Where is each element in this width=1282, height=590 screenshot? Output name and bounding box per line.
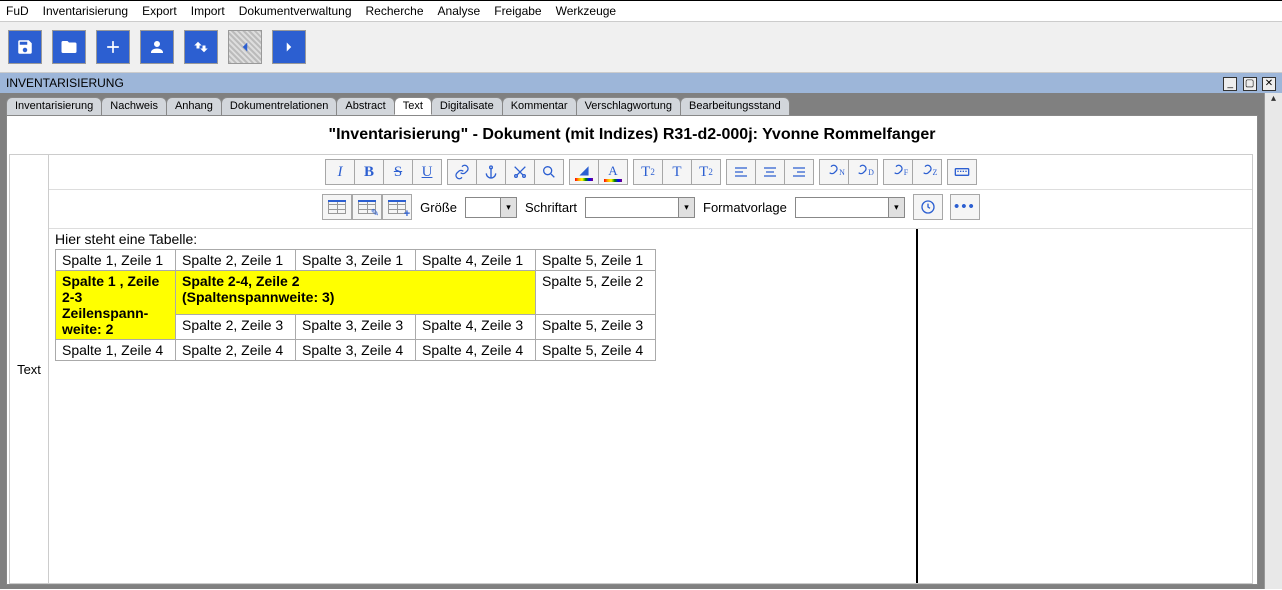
font-select[interactable]: ▾ [585, 197, 695, 218]
menu-analyse[interactable]: Analyse [438, 4, 481, 18]
menubar: FuD Inventarisierung Export Import Dokum… [0, 1, 1282, 21]
menu-dokumentverwaltung[interactable]: Dokumentverwaltung [239, 4, 352, 18]
tab-dokumentrelationen[interactable]: Dokumentrelationen [221, 97, 337, 115]
search-button[interactable] [534, 159, 564, 185]
demo-table: Spalte 1, Zeile 1 Spalte 2, Zeile 1 Spal… [55, 249, 656, 361]
table-add-row-button[interactable]: + [382, 194, 412, 220]
table-caption: Hier steht eine Tabelle: [55, 229, 656, 249]
table-row: Spalte 1 , Zeile 2-3 Zeilenspann-weite: … [56, 271, 656, 315]
link-button[interactable] [447, 159, 477, 185]
tab-abstract[interactable]: Abstract [336, 97, 394, 115]
panel-minimize-icon[interactable]: _ [1223, 77, 1237, 91]
panel-window-controls: _ ▢ ✕ [1221, 75, 1276, 91]
tab-digitalisate[interactable]: Digitalisate [431, 97, 503, 115]
table-cell-rowspan[interactable]: Spalte 1 , Zeile 2-3 Zeilenspann-weite: … [56, 271, 176, 340]
table-row: Spalte 1, Zeile 1 Spalte 2, Zeile 1 Spal… [56, 250, 656, 271]
tab-verschlagwortung[interactable]: Verschlagwortung [576, 97, 681, 115]
clock-button[interactable] [913, 194, 943, 220]
document-title: "Inventarisierung" - Dokument (mit Indiz… [11, 120, 1253, 154]
style-label: Formatvorlage [703, 200, 787, 215]
panel-restore-icon[interactable]: ▢ [1243, 77, 1257, 91]
document-pane: "Inventarisierung" - Dokument (mit Indiz… [6, 115, 1258, 585]
font-label: Schriftart [525, 200, 577, 215]
panel-close-icon[interactable]: ✕ [1262, 77, 1276, 91]
align-right-button[interactable] [784, 159, 814, 185]
tab-nachweis[interactable]: Nachweis [101, 97, 167, 115]
table-cell[interactable]: Spalte 2, Zeile 4 [176, 340, 296, 361]
table-cell[interactable]: Spalte 5, Zeile 2 [536, 271, 656, 315]
menu-freigabe[interactable]: Freigabe [494, 4, 541, 18]
tab-inventarisierung[interactable]: Inventarisierung [6, 97, 102, 115]
table-cell[interactable]: Spalte 4, Zeile 4 [416, 340, 536, 361]
panel-titlebar: INVENTARISIERUNG _ ▢ ✕ [0, 73, 1282, 93]
link-d-button[interactable]: D [848, 159, 878, 185]
superscript-button[interactable]: T2 [691, 159, 721, 185]
more-button[interactable]: ••• [950, 194, 980, 220]
tab-anhang[interactable]: Anhang [166, 97, 222, 115]
subscript-button[interactable]: T2 [633, 159, 663, 185]
menu-export[interactable]: Export [142, 4, 177, 18]
text-color-button[interactable]: A [598, 159, 628, 185]
table-cell[interactable]: Spalte 5, Zeile 4 [536, 340, 656, 361]
swap-button[interactable] [184, 30, 218, 64]
table-cell[interactable]: Spalte 4, Zeile 1 [416, 250, 536, 271]
scroll-up-icon[interactable]: ▴ [1271, 93, 1276, 104]
cut-button[interactable] [505, 159, 535, 185]
menu-inventarisierung[interactable]: Inventarisierung [43, 4, 128, 18]
menu-recherche[interactable]: Recherche [366, 4, 424, 18]
table-row: Spalte 1, Zeile 4 Spalte 2, Zeile 4 Spal… [56, 340, 656, 361]
tab-strip: Inventarisierung Nachweis Anhang Dokumen… [6, 97, 1258, 115]
link-z-button[interactable]: Z [912, 159, 942, 185]
panel-title-text: INVENTARISIERUNG [6, 76, 124, 90]
link-f-button[interactable]: F [883, 159, 913, 185]
table-cell[interactable]: Spalte 1, Zeile 4 [56, 340, 176, 361]
tab-kommentar[interactable]: Kommentar [502, 97, 577, 115]
align-center-button[interactable] [755, 159, 785, 185]
strikethrough-button[interactable]: S [383, 159, 413, 185]
menu-werkzeuge[interactable]: Werkzeuge [556, 4, 616, 18]
main-toolbar [0, 21, 1282, 73]
menu-fud[interactable]: FuD [6, 4, 29, 18]
highlight-color-button[interactable]: ◢ [569, 159, 599, 185]
left-text-label: Text [9, 154, 49, 584]
table-cell-colspan[interactable]: Spalte 2-4, Zeile 2 (Spaltenspannweite: … [176, 271, 536, 315]
table-cell[interactable]: Spalte 2, Zeile 1 [176, 250, 296, 271]
normal-text-button[interactable]: T [662, 159, 692, 185]
user-button[interactable] [140, 30, 174, 64]
open-button[interactable] [52, 30, 86, 64]
table-cell[interactable]: Spalte 1, Zeile 1 [56, 250, 176, 271]
forward-button[interactable] [272, 30, 306, 64]
save-button[interactable] [8, 30, 42, 64]
link-n-button[interactable]: N [819, 159, 849, 185]
table-cell[interactable]: Spalte 3, Zeile 3 [296, 315, 416, 340]
back-button[interactable] [228, 30, 262, 64]
editor-content[interactable]: Hier steht eine Tabelle: Spalte 1, Zeile… [49, 229, 1252, 583]
table-cell[interactable]: Spalte 2, Zeile 3 [176, 315, 296, 340]
table-cell[interactable]: Spalte 3, Zeile 4 [296, 340, 416, 361]
table-cell[interactable]: Spalte 5, Zeile 1 [536, 250, 656, 271]
size-select[interactable]: ▾ [465, 197, 517, 218]
table-cell[interactable]: Spalte 3, Zeile 1 [296, 250, 416, 271]
editor-toolbar: I B S U ◢ A [49, 155, 1252, 190]
anchor-button[interactable] [476, 159, 506, 185]
table-cell[interactable]: Spalte 4, Zeile 3 [416, 315, 536, 340]
edit-table-button[interactable]: ✎ [352, 194, 382, 220]
editor-toolbar-row2: ✎ + Größe ▾ Schriftart ▾ Formatvorlage ▾… [49, 190, 1252, 229]
tab-bearbeitungsstand[interactable]: Bearbeitungsstand [680, 97, 790, 115]
table-cell[interactable]: Spalte 5, Zeile 3 [536, 315, 656, 340]
vertical-scrollbar[interactable]: ▴ [1264, 93, 1282, 589]
italic-button[interactable]: I [325, 159, 355, 185]
underline-button[interactable]: U [412, 159, 442, 185]
style-select[interactable]: ▾ [795, 197, 905, 218]
size-label: Größe [420, 200, 457, 215]
keyboard-button[interactable] [947, 159, 977, 185]
bold-button[interactable]: B [354, 159, 384, 185]
menu-import[interactable]: Import [191, 4, 225, 18]
add-button[interactable] [96, 30, 130, 64]
tab-text[interactable]: Text [394, 97, 432, 115]
insert-table-button[interactable] [322, 194, 352, 220]
align-left-button[interactable] [726, 159, 756, 185]
